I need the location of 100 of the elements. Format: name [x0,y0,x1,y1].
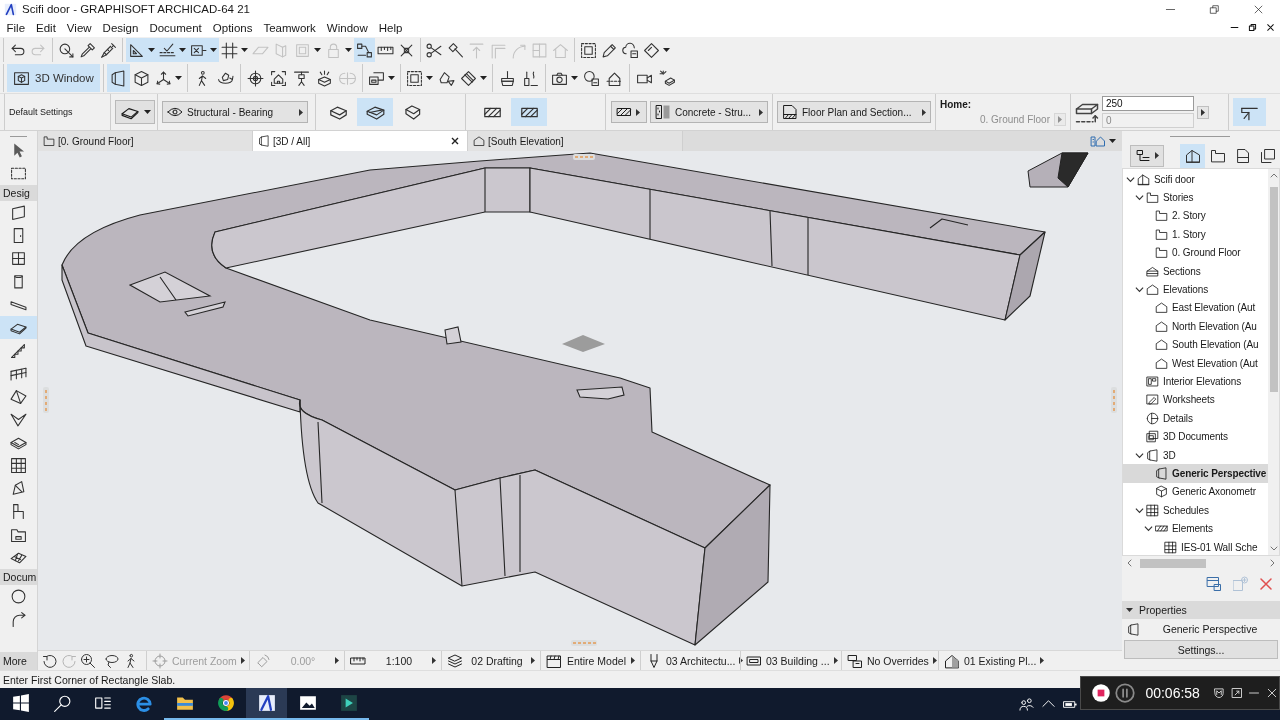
3d-window-button[interactable]: 3D Window [7,64,100,92]
material-dropdown[interactable]: Concrete - Stru... [650,101,768,123]
menu-item[interactable]: Help [373,18,408,37]
view-tab[interactable]: [3D / All] [253,131,468,151]
more-button[interactable]: More [0,652,37,670]
overrides-dropdown[interactable]: No Overrides [841,651,938,670]
tree-diagram-icon [1135,147,1151,164]
triangle-right-icon [932,657,937,664]
view-tab[interactable]: [South Elevation] [468,131,683,151]
menu-item[interactable]: File [1,18,31,37]
menu-item[interactable]: View [61,18,98,37]
app-logo-icon [257,694,276,712]
reference-line-button[interactable] [1233,98,1266,126]
shield-button[interactable] [1211,685,1226,701]
chevron-icon[interactable] [1135,193,1144,203]
chevron-left-icon [1126,559,1134,567]
table-icon [1146,503,1159,517]
tree-item[interactable]: North Elevation (Au [1123,317,1268,336]
menu-item[interactable]: Teamwork [257,18,322,37]
tree-item[interactable]: Worksheets [1123,390,1268,410]
tree-item[interactable]: Generic Perspective [1123,464,1268,483]
slab-tool-button[interactable] [0,316,37,339]
tree-item[interactable]: East Elevation (Aut [1123,298,1268,318]
menu-item[interactable]: Edit [30,18,62,37]
record-button[interactable] [1091,682,1112,704]
lined-pentagon-icon [1146,264,1159,278]
tree-item[interactable]: 3D Documents [1123,427,1268,446]
coordinate-box-button[interactable] [188,38,219,62]
triangle-right-icon [1040,657,1045,664]
restore-icon [1247,23,1257,32]
triangle-right-icon [531,657,535,664]
tree-item[interactable]: IES-01 Wall Sche [1123,537,1268,555]
settings-button[interactable]: Settings... [1124,640,1278,659]
renovation-dropdown[interactable]: 01 Existing Pl... [938,651,1043,670]
window-pane-icon [10,250,27,267]
scale-dropdown[interactable]: 1:100 [344,651,441,670]
taskbar-app-button[interactable] [246,688,287,720]
thickness-field[interactable]: 250 [1102,96,1194,111]
model-view-dropdown[interactable]: 03 Building ... [740,651,841,670]
vertical-scrollbar[interactable] [1268,169,1279,555]
zoom-target-icon [152,652,168,669]
triangle-down-icon [1126,608,1133,612]
tree-item[interactable]: Sections [1123,261,1268,281]
scrollbar-thumb[interactable] [1140,558,1206,568]
home-story-value: 0. Ground Floor [979,113,1050,125]
expand-button[interactable] [1229,685,1244,701]
page-icon [1234,147,1251,164]
menu-item[interactable]: Window [321,18,374,37]
layer-dropdown[interactable]: 02 Drafting [441,651,540,670]
caret-icon [663,48,670,52]
caret-icon [1109,139,1116,143]
new-window-button[interactable] [1204,574,1224,594]
edge-marker-icon [43,387,49,413]
zoom-in-button[interactable] [78,651,97,670]
chevron-icon[interactable] [1144,524,1153,534]
chevron-icon[interactable] [1135,285,1144,295]
tree-item[interactable]: West Elevation (Aut [1123,353,1268,373]
tree-item[interactable]: 2. Story [1123,206,1268,226]
pen-set-dropdown[interactable]: 03 Architectu... [640,651,740,670]
floor-plan-dropdown[interactable]: Floor Plan and Section... [777,101,931,123]
geometry-method-button[interactable] [357,98,393,126]
slab-settings-button[interactable] [115,100,155,124]
tree-item[interactable]: Details [1123,409,1268,428]
model-filter-dropdown[interactable]: Entire Model [540,651,640,670]
cube-icon [1155,485,1168,499]
tree-item[interactable]: South Elevation (Au [1123,335,1268,354]
chevron-icon[interactable] [1135,505,1144,515]
tree-item[interactable]: Stories [1123,188,1268,207]
tree-item[interactable]: Scifi door [1123,170,1268,189]
folder-outline-icon [1155,246,1168,260]
tree-item[interactable]: Interior Elevations [1123,372,1268,391]
tree-item[interactable]: 3D [1123,445,1268,465]
menu-item[interactable]: Document [143,18,208,37]
new-window-icon [1206,576,1222,592]
navigator-view-button[interactable] [1180,143,1205,168]
tree-item[interactable]: Schedules [1123,501,1268,520]
browser-icon [134,694,153,712]
pause-button[interactable] [1115,682,1136,704]
scrollbar-thumb[interactable] [1269,187,1278,392]
panel-view-button[interactable] [106,64,130,92]
set-square-button[interactable] [126,38,157,62]
tree-item[interactable]: 1. Story [1123,225,1268,244]
properties-header[interactable]: Properties [1122,601,1280,619]
menu-item[interactable]: Design [97,18,144,37]
tree-item[interactable]: Elevations [1123,280,1268,299]
menu-item[interactable]: Options [207,18,258,37]
tree-item[interactable]: Generic Axonometr [1123,482,1268,502]
field-arrow-button[interactable] [1197,105,1209,119]
story-arrow-button[interactable] [1054,112,1066,126]
caret-icon [345,48,352,52]
tree-item[interactable]: 0. Ground Floor [1123,243,1268,262]
fill-option-button[interactable] [511,98,547,126]
view-tab[interactable]: [0. Ground Floor] [38,131,253,151]
close-icon[interactable] [451,137,459,145]
tree-item[interactable]: Elements [1123,519,1268,538]
chevron-icon[interactable] [1126,174,1135,184]
chevron-icon[interactable] [1135,450,1144,460]
organizer-button[interactable] [1130,144,1164,167]
structure-dropdown[interactable]: Structural - Bearing [162,101,308,123]
hatch-button[interactable] [611,101,647,123]
